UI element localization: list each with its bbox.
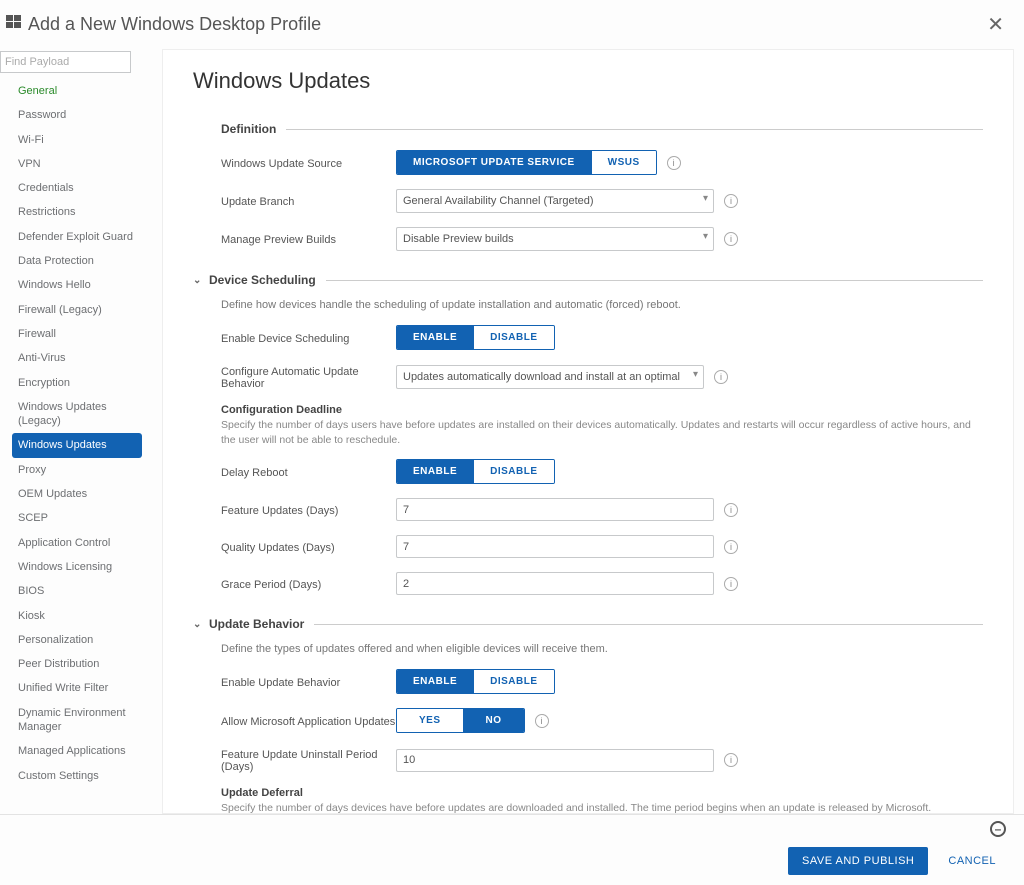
subheading-update-deferral: Update Deferral <box>221 787 983 799</box>
sidebar-item[interactable]: Windows Updates <box>12 433 142 457</box>
sidebar-item[interactable]: Peer Distribution <box>0 652 152 676</box>
select-auto-update[interactable] <box>396 365 704 389</box>
input-uninstall-period-days[interactable] <box>396 749 714 772</box>
sidebar-item[interactable]: Proxy <box>0 458 152 482</box>
chevron-down-icon: ⌄ <box>193 275 205 286</box>
section-description: Define the types of updates offered and … <box>221 643 983 655</box>
toggle-no[interactable]: NO <box>463 709 524 732</box>
info-icon[interactable]: i <box>724 753 738 767</box>
sidebar-item[interactable]: Firewall (Legacy) <box>0 298 152 322</box>
label-enable-update-behavior: Enable Update Behavior <box>221 675 396 689</box>
section-update-behavior-header[interactable]: ⌄ Update Behavior <box>193 617 983 631</box>
chevron-down-icon: ⌄ <box>193 619 205 630</box>
toggle-enable[interactable]: ENABLE <box>397 460 473 483</box>
toggle-disable[interactable]: DISABLE <box>473 670 553 693</box>
toggle-disable[interactable]: DISABLE <box>473 326 553 349</box>
label-auto-update-behavior: Configure Automatic Update Behavior <box>221 364 396 390</box>
section-title: Update Behavior <box>209 617 304 631</box>
info-icon[interactable]: i <box>535 714 549 728</box>
subheading-config-deadline: Configuration Deadline <box>221 404 983 416</box>
select-update-branch[interactable] <box>396 189 714 213</box>
label-update-source: Windows Update Source <box>221 156 396 170</box>
sidebar-item[interactable]: Restrictions <box>0 200 152 224</box>
sidebar-item[interactable]: Windows Updates (Legacy) <box>0 395 152 434</box>
sidebar-item[interactable]: Encryption <box>0 371 152 395</box>
save-and-publish-button[interactable]: SAVE AND PUBLISH <box>788 847 928 875</box>
sidebar-item[interactable]: Managed Applications <box>0 739 152 763</box>
label-preview-builds: Manage Preview Builds <box>221 232 396 246</box>
sidebar-item[interactable]: Data Protection <box>0 249 152 273</box>
input-quality-updates-days[interactable] <box>396 535 714 558</box>
sidebar: GeneralPasswordWi-FiVPNCredentialsRestri… <box>0 41 152 814</box>
input-grace-period-days[interactable] <box>396 572 714 595</box>
label-quality-updates-days: Quality Updates (Days) <box>221 540 396 554</box>
section-definition-header: Definition <box>221 122 983 136</box>
sidebar-item[interactable]: Unified Write Filter <box>0 676 152 700</box>
label-grace-period-days: Grace Period (Days) <box>221 577 396 591</box>
toggle-allow-ms-updates[interactable]: YES NO <box>396 708 525 733</box>
toggle-wsus[interactable]: WSUS <box>591 151 656 174</box>
info-icon[interactable]: i <box>724 232 738 246</box>
label-delay-reboot: Delay Reboot <box>221 465 396 479</box>
select-preview-builds[interactable] <box>396 227 714 251</box>
label-allow-ms-app-updates: Allow Microsoft Application Updates <box>221 714 396 728</box>
label-uninstall-period-days: Feature Update Uninstall Period (Days) <box>221 747 396 773</box>
sidebar-item[interactable]: General <box>0 79 152 103</box>
sidebar-item[interactable]: Wi-Fi <box>0 128 152 152</box>
toggle-enable[interactable]: ENABLE <box>397 326 473 349</box>
sidebar-item[interactable]: VPN <box>0 152 152 176</box>
section-device-scheduling-header[interactable]: ⌄ Device Scheduling <box>193 273 983 287</box>
sidebar-item[interactable]: Dynamic Environment Manager <box>0 701 152 740</box>
toggle-enable[interactable]: ENABLE <box>397 670 473 693</box>
sidebar-item[interactable]: OEM Updates <box>0 482 152 506</box>
label-enable-device-scheduling: Enable Device Scheduling <box>221 331 396 345</box>
sidebar-item[interactable]: Personalization <box>0 628 152 652</box>
subdesc-update-deferral: Specify the number of days devices have … <box>221 801 981 814</box>
sidebar-item[interactable]: Defender Exploit Guard <box>0 225 152 249</box>
footer: – SAVE AND PUBLISH CANCEL <box>0 814 1024 885</box>
toggle-ms-update[interactable]: MICROSOFT UPDATE SERVICE <box>397 151 591 174</box>
info-icon[interactable]: i <box>724 194 738 208</box>
toggle-yes[interactable]: YES <box>397 709 463 732</box>
sidebar-item[interactable]: Windows Hello <box>0 273 152 297</box>
sidebar-item[interactable]: Windows Licensing <box>0 555 152 579</box>
info-icon[interactable]: i <box>724 577 738 591</box>
main-panel: Windows Updates Definition Windows Updat… <box>162 49 1014 814</box>
input-feature-updates-days[interactable] <box>396 498 714 521</box>
modal-title: Add a New Windows Desktop Profile <box>28 14 321 35</box>
sidebar-item[interactable]: SCEP <box>0 506 152 530</box>
toggle-delay-reboot[interactable]: ENABLE DISABLE <box>396 459 555 484</box>
sidebar-nav: GeneralPasswordWi-FiVPNCredentialsRestri… <box>0 79 152 788</box>
section-description: Define how devices handle the scheduling… <box>221 299 983 311</box>
sidebar-item[interactable]: Credentials <box>0 176 152 200</box>
sidebar-item[interactable]: Firewall <box>0 322 152 346</box>
toggle-update-source[interactable]: MICROSOFT UPDATE SERVICE WSUS <box>396 150 657 175</box>
toggle-device-scheduling[interactable]: ENABLE DISABLE <box>396 325 555 350</box>
toggle-update-behavior[interactable]: ENABLE DISABLE <box>396 669 555 694</box>
toggle-disable[interactable]: DISABLE <box>473 460 553 483</box>
modal-header: Add a New Windows Desktop Profile ✕ <box>0 0 1024 41</box>
modal-body: GeneralPasswordWi-FiVPNCredentialsRestri… <box>0 41 1024 814</box>
search-input[interactable] <box>0 51 131 73</box>
section-title: Definition <box>221 122 276 136</box>
minimize-icon[interactable]: – <box>990 821 1006 837</box>
close-icon[interactable]: ✕ <box>979 8 1012 41</box>
info-icon[interactable]: i <box>714 370 728 384</box>
info-icon[interactable]: i <box>724 503 738 517</box>
label-update-branch: Update Branch <box>221 194 396 208</box>
sidebar-item[interactable]: Application Control <box>0 531 152 555</box>
section-title: Device Scheduling <box>209 273 316 287</box>
windows-icon <box>6 14 22 35</box>
page-title: Windows Updates <box>193 68 983 94</box>
label-feature-updates-days: Feature Updates (Days) <box>221 503 396 517</box>
info-icon[interactable]: i <box>667 156 681 170</box>
subdesc-config-deadline: Specify the number of days users have be… <box>221 418 981 447</box>
sidebar-item[interactable]: Password <box>0 103 152 127</box>
sidebar-item[interactable]: Kiosk <box>0 604 152 628</box>
cancel-button[interactable]: CANCEL <box>942 854 1002 868</box>
sidebar-item[interactable]: Custom Settings <box>0 764 152 788</box>
sidebar-item[interactable]: Anti-Virus <box>0 346 152 370</box>
sidebar-item[interactable]: BIOS <box>0 579 152 603</box>
info-icon[interactable]: i <box>724 540 738 554</box>
